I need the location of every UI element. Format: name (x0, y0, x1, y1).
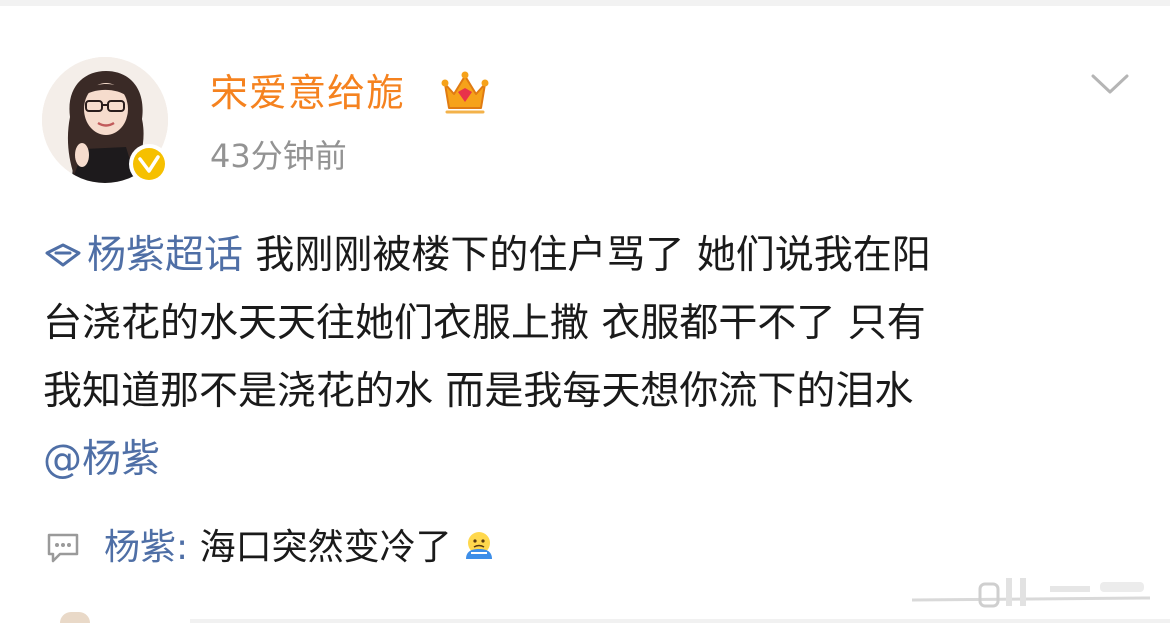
verified-badge (129, 144, 169, 184)
post-line-1: 杨紫超话 我刚刚被楼下的住户骂了 她们说我在阳 (43, 222, 1133, 290)
bottom-divider (190, 619, 1170, 623)
comment-preview[interactable]: 杨紫: 海口突然变冷了 (104, 524, 496, 572)
comment-icon[interactable] (46, 532, 80, 564)
cold-face-emoji-icon (465, 532, 492, 559)
verified-check-icon (138, 155, 160, 173)
post-timestamp: 43分钟前 (210, 137, 347, 175)
chevron-down-icon[interactable] (1090, 70, 1130, 98)
topic-link[interactable]: 杨紫超话 (43, 233, 243, 278)
post-text-line-3: 我知道那不是浇花的水 而是我每天想你流下的泪水 (43, 369, 914, 414)
supertopic-diamond-icon (45, 243, 81, 267)
weibo-post-card: 宋爱意给旎 43分钟前 杨紫超话 我刚刚被楼下的住户骂了 她们说我在阳 台浇花的… (0, 0, 1170, 623)
post-text-line-1: 我刚刚被楼下的住户骂了 她们说我在阳 (243, 233, 931, 278)
watermark-logo (911, 578, 1151, 608)
next-post-avatar-edge (60, 612, 90, 623)
comment-author[interactable]: 杨紫 (104, 527, 176, 568)
author-name[interactable]: 宋爱意给旎 (210, 70, 405, 116)
post-content: 杨紫超话 我刚刚被楼下的住户骂了 她们说我在阳 台浇花的水天天往她们衣服上撒 衣… (43, 222, 1133, 494)
top-divider (0, 0, 1170, 6)
crown-icon (441, 71, 489, 114)
mention-link[interactable]: @杨紫 (43, 426, 1133, 494)
comment-text: 海口突然变冷了 (188, 527, 452, 568)
post-text-line-2: 台浇花的水天天往她们衣服上撒 衣服都干不了 只有 (43, 301, 926, 346)
topic-label: 杨紫超话 (87, 233, 244, 278)
comment-separator: : (176, 527, 189, 568)
